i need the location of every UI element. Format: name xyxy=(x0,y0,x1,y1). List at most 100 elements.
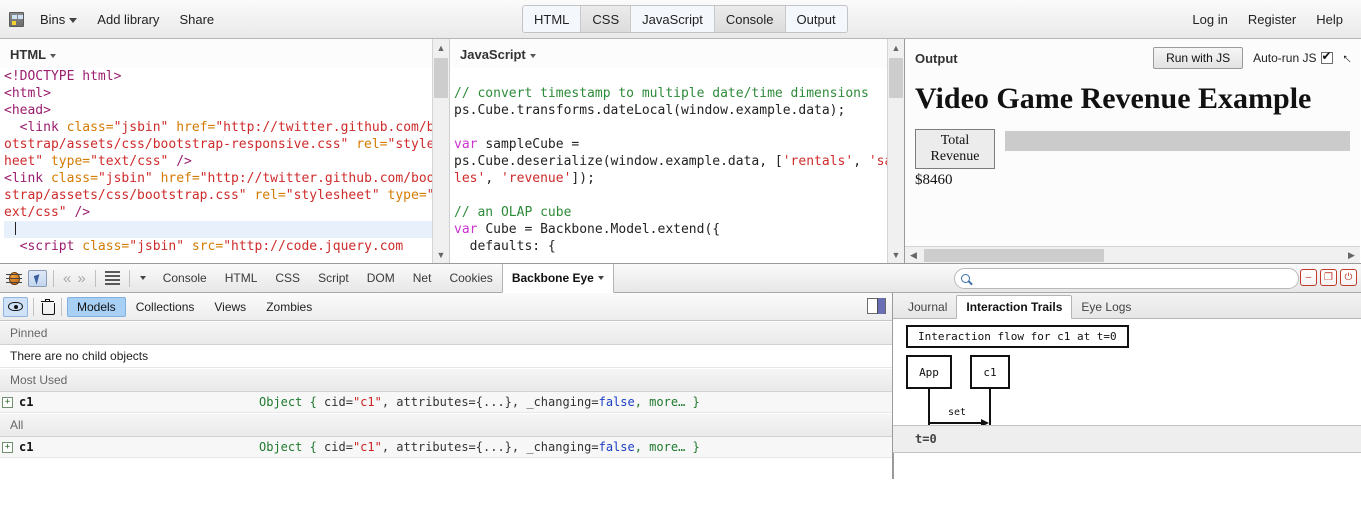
search-icon xyxy=(961,274,970,283)
obj-suffix: , more… } xyxy=(634,440,700,454)
login-link[interactable]: Log in xyxy=(1182,8,1237,31)
scroll-down-icon[interactable]: ▼ xyxy=(432,246,449,263)
firebug-tab-cookies[interactable]: Cookies xyxy=(440,264,501,293)
trails-tab-journal[interactable]: Journal xyxy=(899,296,956,318)
obj-key-changing: , _changing= xyxy=(511,440,599,454)
restore-button[interactable]: ❐ xyxy=(1320,269,1337,286)
object-description: Object { cid="c1", attributes={...}, _ch… xyxy=(259,395,700,409)
previous-icon[interactable]: « xyxy=(60,270,74,287)
obj-val-cid: "c1" xyxy=(352,395,382,409)
trails-tab-eye-logs[interactable]: Eye Logs xyxy=(1072,296,1140,318)
scroll-up-icon[interactable]: ▲ xyxy=(432,39,449,56)
backbone-tab-collections[interactable]: Collections xyxy=(126,297,205,317)
js-pane-label[interactable]: JavaScript xyxy=(450,39,904,68)
menu-lines-icon[interactable] xyxy=(102,271,123,285)
auto-run-js-label: Auto-run JS xyxy=(1253,51,1317,65)
auto-run-checkbox[interactable] xyxy=(1320,49,1333,64)
javascript-code-area[interactable]: // convert timestamp to multiple date/ti… xyxy=(450,68,904,263)
interaction-trails-panel: Journal Interaction Trails Eye Logs Inte… xyxy=(893,293,1361,479)
firebug-bug-icon[interactable] xyxy=(5,270,23,286)
actor-box-c1: c1 xyxy=(970,355,1010,389)
scroll-right-icon[interactable]: ▶ xyxy=(1343,247,1360,264)
obj-val-attributes: {...} xyxy=(475,440,512,454)
js-vertical-scrollbar[interactable]: ▲ ▼ xyxy=(887,39,904,263)
javascript-editor-pane: JavaScript // convert timestamp to multi… xyxy=(450,39,905,263)
html-code-area[interactable]: <!DOCTYPE html> <html> <head> <link clas… xyxy=(0,68,449,263)
tab-console[interactable]: Console xyxy=(714,6,786,32)
minimize-button[interactable]: – xyxy=(1300,269,1317,286)
obj-key-attributes: , attributes= xyxy=(381,440,476,454)
firebug-tab-html[interactable]: HTML xyxy=(216,264,267,293)
tab-css[interactable]: CSS xyxy=(581,6,632,32)
scroll-down-icon[interactable]: ▼ xyxy=(887,246,904,263)
firebug-toolbar: « » Console HTML CSS Script DOM Net Cook… xyxy=(0,264,1361,293)
obj-key-attributes: , attributes= xyxy=(381,395,476,409)
firebug-tab-css[interactable]: CSS xyxy=(266,264,309,293)
side-panel-toggle-icon[interactable] xyxy=(867,298,886,314)
js-pane-label-text: JavaScript xyxy=(460,47,526,62)
object-name: c1 xyxy=(19,395,34,409)
backbone-tab-views[interactable]: Views xyxy=(204,297,256,317)
search-input[interactable] xyxy=(975,270,1298,287)
trash-icon[interactable] xyxy=(41,298,55,315)
expand-row-icon[interactable]: + xyxy=(2,441,13,453)
output-horizontal-scrollbar[interactable]: ◀ ▶ xyxy=(905,246,1360,263)
pinned-empty-message: There are no child objects xyxy=(0,345,892,368)
scroll-thumb[interactable] xyxy=(433,58,448,98)
auto-run-js-toggle[interactable]: Auto-run JS xyxy=(1253,49,1333,65)
tab-html[interactable]: HTML xyxy=(523,6,582,32)
close-button[interactable]: ⏻ xyxy=(1340,269,1357,286)
obj-val-attributes: {...} xyxy=(475,395,512,409)
scroll-thumb[interactable] xyxy=(888,58,903,98)
firebug-tab-script[interactable]: Script xyxy=(309,264,358,293)
next-icon[interactable]: » xyxy=(74,270,88,287)
expand-row-icon[interactable]: + xyxy=(2,396,13,408)
share-button[interactable]: Share xyxy=(169,8,224,31)
scroll-track[interactable] xyxy=(888,56,905,246)
html-pane-label[interactable]: HTML xyxy=(0,39,449,68)
firebug-search-box[interactable] xyxy=(954,268,1299,289)
divider xyxy=(61,297,62,316)
backbone-tab-zombies[interactable]: Zombies xyxy=(256,297,322,317)
expand-output-icon[interactable]: ↑ xyxy=(1338,49,1355,66)
eye-icon[interactable] xyxy=(3,296,28,317)
obj-prefix: Object { xyxy=(259,440,325,454)
backbone-eye-panel: Models Collections Views Zombies Pinned … xyxy=(0,293,893,479)
backbone-tab-models[interactable]: Models xyxy=(67,296,126,317)
tab-javascript[interactable]: JavaScript xyxy=(631,6,715,32)
firebug-tab-console[interactable]: Console xyxy=(154,264,216,293)
trails-tab-interaction-trails[interactable]: Interaction Trails xyxy=(956,295,1073,319)
firebug-tab-dom[interactable]: DOM xyxy=(358,264,404,293)
revenue-bar xyxy=(1005,131,1350,151)
scroll-thumb[interactable] xyxy=(924,248,1104,262)
scroll-up-icon[interactable]: ▲ xyxy=(887,39,904,56)
timeline-footer[interactable]: t=0 xyxy=(893,425,1361,453)
html-vertical-scrollbar[interactable]: ▲ ▼ xyxy=(432,39,449,263)
firebug-tab-net[interactable]: Net xyxy=(404,264,441,293)
tab-output[interactable]: Output xyxy=(785,6,847,32)
obj-val-changing: false xyxy=(598,395,635,409)
table-row[interactable]: + c1 Object { cid="c1", attributes={...}… xyxy=(0,437,892,458)
firebug-window-controls: – ❐ ⏻ xyxy=(1300,269,1357,286)
help-link[interactable]: Help xyxy=(1306,8,1353,31)
bins-menu[interactable]: Bins xyxy=(30,8,87,31)
obj-val-changing: false xyxy=(598,440,635,454)
output-heading: Video Game Revenue Example xyxy=(915,82,1312,115)
inspect-element-icon[interactable] xyxy=(28,269,47,287)
firebug-tab-backbone-eye[interactable]: Backbone Eye xyxy=(501,264,614,293)
firebug-tab-backbone-eye-label: Backbone Eye xyxy=(511,271,594,285)
total-revenue-button[interactable]: Total Revenue xyxy=(915,129,995,169)
table-row[interactable]: + c1 Object { cid="c1", attributes={...}… xyxy=(0,392,892,413)
scroll-track[interactable] xyxy=(433,56,450,246)
output-pane: Output Run with JS Auto-run JS ↑ Video G… xyxy=(905,39,1360,263)
register-link[interactable]: Register xyxy=(1238,8,1306,31)
scroll-left-icon[interactable]: ◀ xyxy=(905,247,922,264)
scroll-track[interactable] xyxy=(922,247,1343,264)
diagram-title: Interaction flow for c1 at t=0 xyxy=(906,325,1129,348)
add-library-button[interactable]: Add library xyxy=(87,8,169,31)
chevron-down-icon xyxy=(529,53,536,58)
chevron-down-icon[interactable] xyxy=(139,276,146,280)
lifeline-c1 xyxy=(989,389,991,425)
run-with-js-button[interactable]: Run with JS xyxy=(1153,47,1244,69)
lower-split: Models Collections Views Zombies Pinned … xyxy=(0,293,1361,479)
